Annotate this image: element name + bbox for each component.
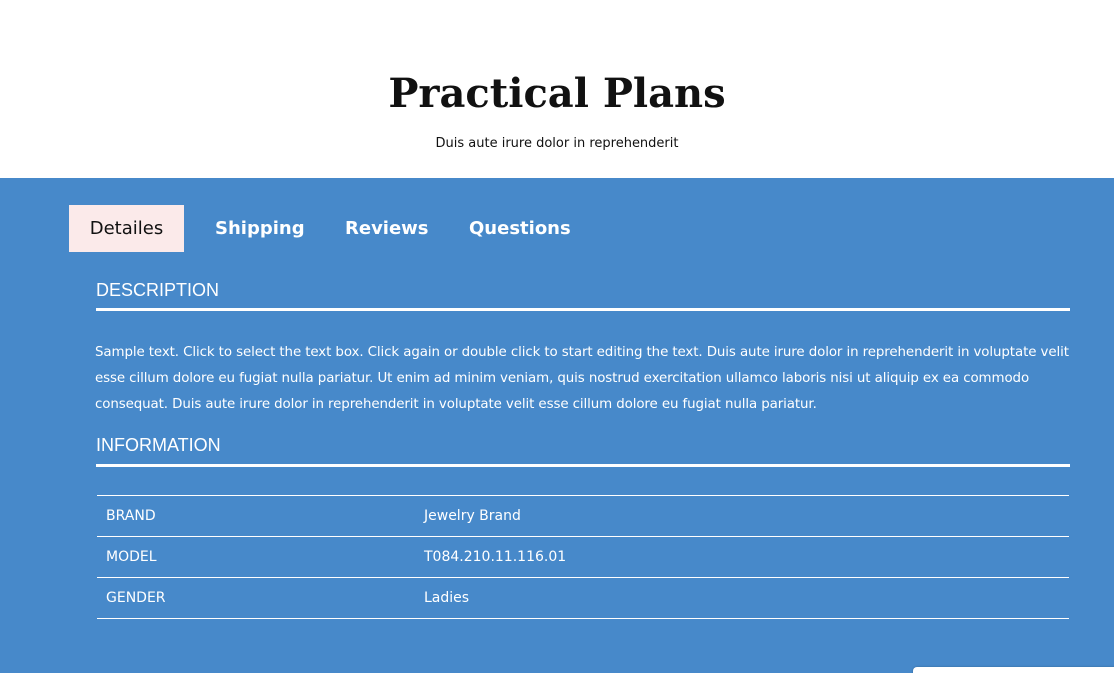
information-table: BRAND Jewelry Brand MODEL T084.210.11.11… — [97, 495, 1069, 619]
corner-widget — [913, 667, 1114, 673]
table-value: T084.210.11.116.01 — [424, 536, 1069, 578]
table-key: GENDER — [97, 577, 424, 619]
table-value: Jewelry Brand — [424, 495, 1069, 537]
table-row: MODEL T084.210.11.116.01 — [97, 536, 1069, 578]
hero-section: Practical Plans Duis aute irure dolor in… — [0, 0, 1114, 178]
page-subtitle: Duis aute irure dolor in reprehenderit — [435, 136, 679, 151]
description-text: Sample text. Click to select the text bo… — [95, 345, 1069, 412]
table-row: BRAND Jewelry Brand — [97, 495, 1069, 537]
description-heading: DESCRIPTION — [96, 280, 220, 300]
information-heading: INFORMATION — [96, 435, 221, 455]
page-title: Practical Plans — [388, 70, 726, 117]
description-divider — [96, 308, 1070, 311]
tab-shipping[interactable]: Shipping — [215, 205, 305, 252]
table-key: BRAND — [97, 495, 424, 537]
tab-details[interactable]: Detailes — [69, 205, 184, 252]
product-details-panel: Detailes Shipping Reviews Questions DESC… — [0, 178, 1114, 673]
information-divider — [96, 464, 1070, 467]
table-row: GENDER Ladies — [97, 577, 1069, 619]
tab-reviews[interactable]: Reviews — [345, 205, 429, 252]
table-value: Ladies — [424, 577, 1069, 619]
table-key: MODEL — [97, 536, 424, 578]
tab-questions[interactable]: Questions — [469, 205, 571, 252]
